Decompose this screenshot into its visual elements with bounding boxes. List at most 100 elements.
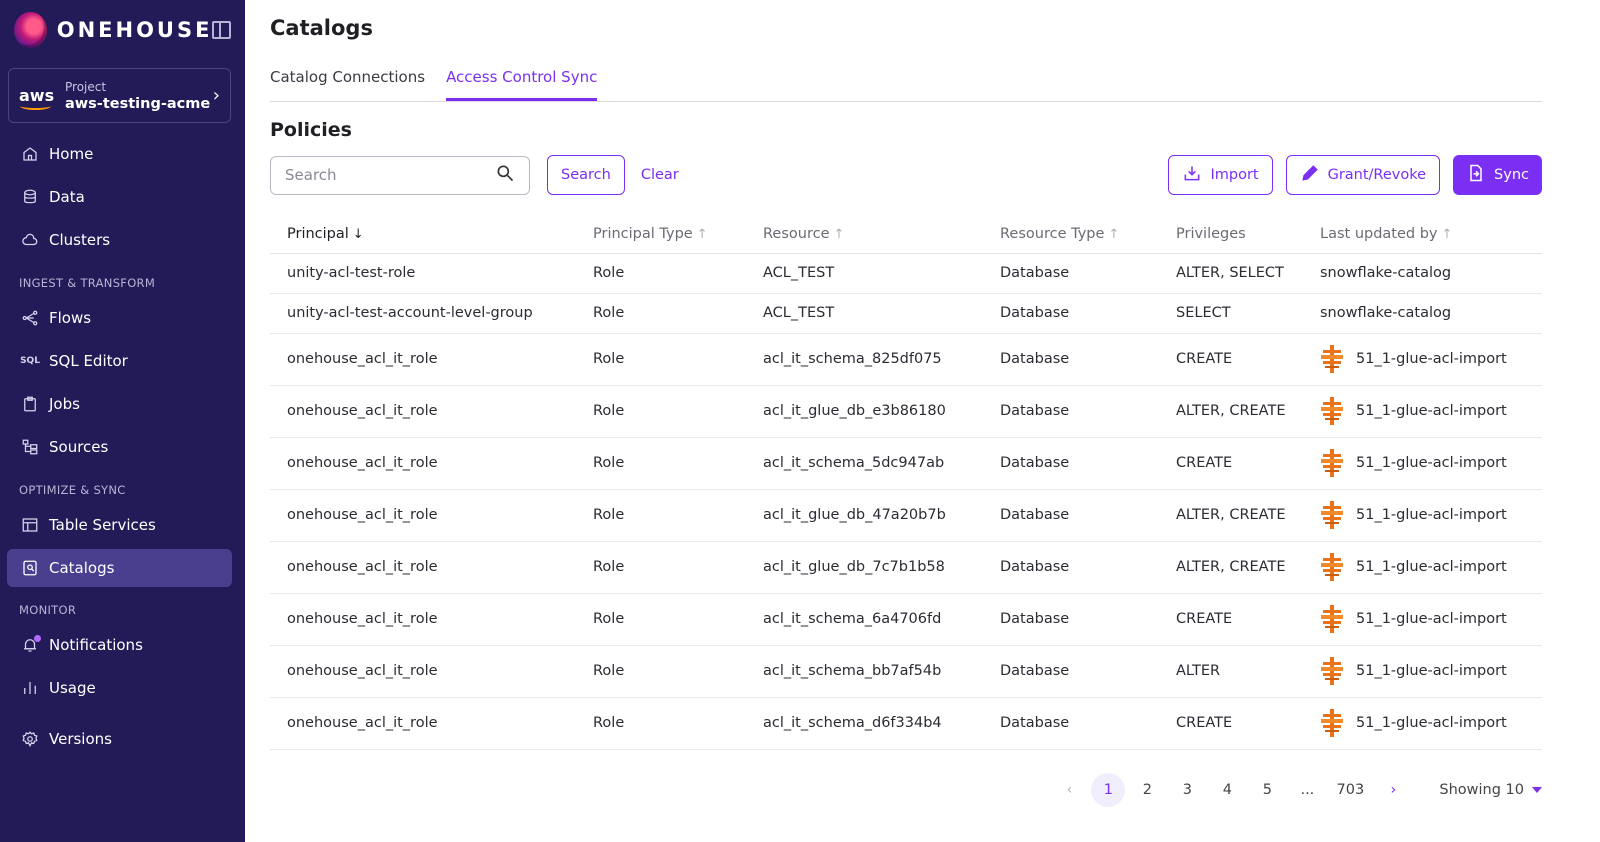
nav-item-data[interactable]: Data	[7, 178, 232, 216]
section-label-optimize: OPTIMIZE & SYNC	[19, 483, 126, 497]
nav-item-usage[interactable]: Usage	[7, 669, 232, 707]
cell-resource: acl_it_schema_bb7af54b	[746, 645, 983, 698]
cell-principal: onehouse_acl_it_role	[270, 437, 576, 490]
page-title: Catalogs	[270, 16, 373, 40]
caret-down-icon	[1532, 787, 1542, 793]
prev-page-icon[interactable]: ‹	[1051, 773, 1087, 807]
table-row[interactable]: onehouse_acl_it_role Role acl_it_schema_82…	[270, 333, 1542, 386]
tab-access-control-sync[interactable]: Access Control Sync	[446, 66, 598, 101]
grant-revoke-button[interactable]: Grant/Revoke	[1285, 155, 1441, 195]
column-header-last-updated-by[interactable]: Last updated by ↑	[1303, 215, 1542, 254]
project-selector[interactable]: aws Project aws-testing-acme ›	[8, 68, 231, 123]
table-row[interactable]: onehouse_acl_it_role Role acl_it_glue_db_7…	[270, 541, 1542, 594]
search-icon[interactable]	[495, 163, 515, 187]
cloud-icon	[21, 231, 39, 249]
nav-item-sql-editor[interactable]: SQL SQL Editor	[7, 342, 232, 380]
sync-button[interactable]: Sync	[1453, 155, 1542, 195]
aws-glue-icon	[1320, 605, 1344, 633]
page-button-703[interactable]: 703	[1329, 773, 1371, 807]
table-row[interactable]: onehouse_acl_it_role Role acl_it_schema_6a…	[270, 593, 1542, 646]
sort-asc-icon: ↑	[833, 226, 845, 242]
column-header-principal-type[interactable]: Principal Type ↑	[576, 215, 746, 254]
page-button-2[interactable]: 2	[1129, 773, 1165, 807]
nav-item-home[interactable]: Home	[7, 135, 232, 173]
next-page-icon[interactable]: ›	[1375, 773, 1411, 807]
brand-name: ONEHOUSE	[56, 18, 213, 42]
pencil-icon	[1300, 163, 1328, 187]
table-row[interactable]: unity-acl-test-role Role ACL_TEST Database A…	[270, 253, 1542, 294]
sidebar-collapse-icon[interactable]	[212, 21, 231, 39]
cell-resource-type: Database	[983, 645, 1159, 698]
nav-item-versions[interactable]: Versions	[7, 720, 232, 758]
gear-icon	[21, 730, 39, 748]
catalog-icon	[21, 559, 39, 577]
table-body: unity-acl-test-role Role ACL_TEST Database A…	[270, 253, 1542, 750]
cell-privileges: CREATE	[1159, 593, 1303, 646]
page-button-1[interactable]: 1	[1091, 773, 1126, 807]
search-box	[270, 155, 530, 195]
last-updated-text: 51_1-glue-acl-import	[1356, 611, 1507, 627]
app: ONEHOUSE aws Project aws-testing-acme › …	[0, 0, 1600, 842]
table-row[interactable]: onehouse_acl_it_role Role acl_it_schema_5d…	[270, 437, 1542, 490]
cell-last-updated-by: 51_1-glue-acl-import	[1303, 489, 1542, 542]
import-button[interactable]: Import	[1168, 155, 1273, 195]
clear-button[interactable]: Clear	[641, 167, 679, 183]
last-updated-text: 51_1-glue-acl-import	[1356, 559, 1507, 575]
cell-privileges: ALTER, CREATE	[1159, 541, 1303, 594]
page-button-3[interactable]: 3	[1169, 773, 1205, 807]
nav-item-flows[interactable]: Flows	[7, 299, 232, 337]
project-name: aws-testing-acme	[65, 95, 211, 112]
cell-resource: acl_it_schema_825df075	[746, 333, 983, 386]
tab-catalog-connections[interactable]: Catalog Connections	[270, 66, 425, 101]
nav-item-sources[interactable]: Sources	[7, 428, 232, 466]
table-icon	[21, 516, 39, 534]
download-icon	[1182, 163, 1210, 187]
aws-glue-icon	[1320, 449, 1344, 477]
sort-asc-icon: ↑	[1108, 226, 1120, 242]
column-header-privileges: Privileges	[1159, 215, 1303, 254]
page-size-select[interactable]: Showing 10	[1439, 782, 1542, 798]
nav-item-jobs[interactable]: Jobs	[7, 385, 232, 423]
cell-principal: onehouse_acl_it_role	[270, 541, 576, 594]
table-row[interactable]: unity-acl-test-account-level-group Role AC…	[270, 293, 1542, 334]
table-row[interactable]: onehouse_acl_it_role Role acl_it_schema_bb…	[270, 645, 1542, 698]
aws-glue-icon	[1320, 709, 1344, 737]
nav-label-catalogs: Catalogs	[49, 559, 115, 577]
table-row[interactable]: onehouse_acl_it_role Role acl_it_schema_d6…	[270, 697, 1542, 750]
cell-last-updated-by: 51_1-glue-acl-import	[1303, 333, 1542, 386]
sync-label: Sync	[1494, 167, 1529, 183]
column-header-resource-type[interactable]: Resource Type ↑	[983, 215, 1159, 254]
nav-item-notifications[interactable]: Notifications	[7, 626, 232, 664]
bell-icon	[21, 635, 41, 654]
sort-asc-icon: ↑	[696, 226, 708, 242]
table-header-row: Principal ↓ Principal Type ↑ Resource ↑ Res…	[270, 215, 1542, 254]
search-input[interactable]	[285, 166, 495, 184]
cell-privileges: ALTER, SELECT	[1159, 253, 1303, 294]
cell-principal-type: Role	[576, 645, 746, 698]
chevron-right-icon: ›	[212, 85, 220, 106]
nav-item-clusters[interactable]: Clusters	[7, 221, 232, 259]
cell-principal: onehouse_acl_it_role	[270, 593, 576, 646]
nav-item-catalogs[interactable]: Catalogs	[7, 549, 232, 587]
nav-label-notifications: Notifications	[49, 636, 143, 654]
last-updated-text: 51_1-glue-acl-import	[1356, 403, 1507, 419]
table-row[interactable]: onehouse_acl_it_role Role acl_it_glue_db_4…	[270, 489, 1542, 542]
page-button-5[interactable]: 5	[1249, 773, 1285, 807]
sort-desc-icon: ↓	[352, 226, 364, 242]
column-header-principal[interactable]: Principal ↓	[270, 215, 576, 254]
cell-resource-type: Database	[983, 385, 1159, 438]
aws-glue-icon	[1320, 345, 1344, 373]
nav-item-table-services[interactable]: Table Services	[7, 506, 232, 544]
search-button[interactable]: Search	[547, 155, 625, 195]
last-updated-text: 51_1-glue-acl-import	[1356, 507, 1507, 523]
cell-resource-type: Database	[983, 253, 1159, 294]
column-header-resource[interactable]: Resource ↑	[746, 215, 983, 254]
aws-glue-icon	[1320, 553, 1344, 581]
notification-dot	[34, 635, 41, 642]
section-label-ingest: INGEST & TRANSFORM	[19, 276, 156, 290]
table-row[interactable]: onehouse_acl_it_role Role acl_it_glue_db_e…	[270, 385, 1542, 438]
cell-principal: onehouse_acl_it_role	[270, 385, 576, 438]
database-icon	[21, 188, 39, 206]
page-button-4[interactable]: 4	[1209, 773, 1245, 807]
cell-last-updated-by: 51_1-glue-acl-import	[1303, 541, 1542, 594]
